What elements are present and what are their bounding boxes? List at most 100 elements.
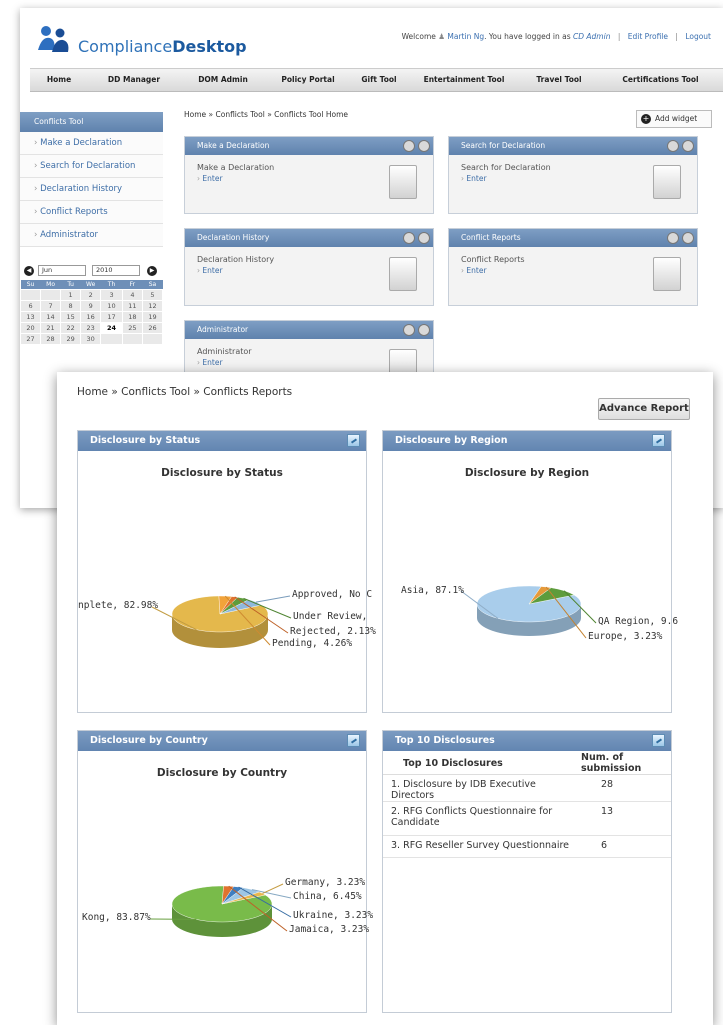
disclosure-name-cell: 2. RFG Conflicts Questionnaire for Candi… xyxy=(383,801,581,836)
minimize-icon[interactable] xyxy=(403,324,415,336)
advance-report-button[interactable]: Advance Report xyxy=(598,398,690,420)
calendar-day[interactable]: 9 xyxy=(80,299,102,312)
disclosure-name-cell: 3. RFG Reseller Survey Questionnaire xyxy=(383,835,581,858)
role-link[interactable]: CD Admin xyxy=(573,32,610,41)
disclosure-name-cell: 1. Disclosure by IDB Executive Directors xyxy=(383,774,581,802)
calendar-day[interactable]: 3 xyxy=(100,288,123,301)
nav-dom-admin[interactable]: DOM Admin xyxy=(180,69,266,91)
calendar-day[interactable]: 5 xyxy=(141,288,164,301)
enter-link[interactable]: Enter xyxy=(197,174,421,183)
calendar-day[interactable]: 15 xyxy=(60,310,82,323)
close-icon[interactable] xyxy=(418,232,430,244)
rank: 2. xyxy=(391,806,401,817)
calendar-day[interactable]: 24 xyxy=(100,321,123,334)
nav-travel-tool[interactable]: Travel Tool xyxy=(520,69,598,91)
calendar-day[interactable]: 14 xyxy=(40,310,62,323)
calendar-day[interactable]: 22 xyxy=(60,321,82,334)
minimize-icon[interactable] xyxy=(403,232,415,244)
top-10-table: Top 10 Disclosures Num. of submission 1.… xyxy=(383,752,671,858)
enter-link[interactable]: Enter xyxy=(461,174,685,183)
calendar-day[interactable]: 12 xyxy=(141,299,164,312)
sidebar-item-declaration-history[interactable]: Declaration History xyxy=(20,178,163,201)
sidebar-item-conflict-reports[interactable]: Conflict Reports xyxy=(20,201,163,224)
calendar-day[interactable]: 6 xyxy=(20,299,42,312)
calendar-empty-cell xyxy=(141,332,164,345)
calendar-day[interactable]: 20 xyxy=(20,321,42,334)
calendar-day[interactable]: 23 xyxy=(80,321,102,334)
nav-dd-manager[interactable]: DD Manager xyxy=(88,69,180,91)
calendar-day[interactable]: 11 xyxy=(121,299,143,312)
weekday-header: Fr xyxy=(122,280,143,289)
add-widget-button[interactable]: + Add widget xyxy=(636,110,712,128)
calendar-day[interactable]: 19 xyxy=(141,310,164,323)
table-row[interactable]: 1. Disclosure by IDB Executive Directors… xyxy=(383,774,671,802)
nav-policy-portal[interactable]: Policy Portal xyxy=(266,69,350,91)
edit-icon[interactable] xyxy=(652,734,665,747)
region-pie-chart xyxy=(460,585,597,639)
logo-people-icon xyxy=(38,26,69,52)
table-row[interactable]: 3. RFG Reseller Survey Questionnaire 6 xyxy=(383,835,671,858)
close-icon[interactable] xyxy=(418,140,430,152)
weekday-header: Mo xyxy=(40,280,61,289)
nav-entertainment-tool[interactable]: Entertainment Tool xyxy=(408,69,520,91)
minimize-icon[interactable] xyxy=(667,232,679,244)
nav-certifications-tool[interactable]: Certifications Tool xyxy=(598,69,723,91)
column-header-disclosure: Top 10 Disclosures xyxy=(383,752,581,775)
calendar-day[interactable]: 28 xyxy=(40,332,62,345)
calendar-day[interactable]: 2 xyxy=(80,288,102,301)
separator: | xyxy=(675,32,678,41)
close-icon[interactable] xyxy=(682,140,694,152)
year-select[interactable]: 2010 xyxy=(92,265,140,276)
submission-count: 6 xyxy=(581,835,671,858)
calendar-day[interactable]: 18 xyxy=(121,310,143,323)
calendar-day[interactable]: 26 xyxy=(141,321,164,334)
pie-label-complete: nplete, 82.98% xyxy=(78,600,159,611)
edit-profile-link[interactable]: Edit Profile xyxy=(628,32,668,41)
widget-declaration-history: Declaration History Declaration History … xyxy=(184,228,434,306)
disclosure-name: Disclosure by IDB Executive Directors xyxy=(391,779,536,801)
calendar-day[interactable]: 21 xyxy=(40,321,62,334)
nav-home[interactable]: Home xyxy=(30,69,88,91)
submission-count: 13 xyxy=(581,801,671,836)
sidebar: Conflicts Tool Make a Declaration Search… xyxy=(20,112,163,247)
enter-link[interactable]: Enter xyxy=(197,266,421,275)
calendar-day[interactable]: 10 xyxy=(100,299,123,312)
panel-title: Top 10 Disclosures xyxy=(395,735,495,746)
close-icon[interactable] xyxy=(418,324,430,336)
calendar-day[interactable]: 8 xyxy=(60,299,82,312)
logout-link[interactable]: Logout xyxy=(685,32,711,41)
calendar-day[interactable]: 13 xyxy=(20,310,42,323)
sidebar-item-make-declaration[interactable]: Make a Declaration xyxy=(20,132,163,155)
close-icon[interactable] xyxy=(682,232,694,244)
calendar-day[interactable]: 27 xyxy=(20,332,42,345)
enter-link[interactable]: Enter xyxy=(461,266,685,275)
pie-label-china: China, 6.45% xyxy=(293,891,362,902)
table-header-row: Top 10 Disclosures Num. of submission xyxy=(383,752,671,775)
username-link[interactable]: Martin Ng xyxy=(447,32,484,41)
calendar-day[interactable]: 25 xyxy=(121,321,143,334)
nav-gift-tool[interactable]: Gift Tool xyxy=(350,69,408,91)
enter-link[interactable]: Enter xyxy=(197,358,421,367)
calendar-day[interactable]: 16 xyxy=(80,310,102,323)
sidebar-item-administrator[interactable]: Administrator xyxy=(20,224,163,247)
prev-month-icon[interactable]: ◀ xyxy=(24,266,34,276)
minimize-icon[interactable] xyxy=(667,140,679,152)
calendar-day[interactable]: 1 xyxy=(60,288,82,301)
widget-title: Make a Declaration xyxy=(197,141,270,150)
calendar-day[interactable]: 30 xyxy=(80,332,102,345)
calendar-day[interactable]: 29 xyxy=(60,332,82,345)
compliance-desktop-logo[interactable]: ComplianceDesktop xyxy=(36,24,247,64)
sidebar-item-search-declaration[interactable]: Search for Declaration xyxy=(20,155,163,178)
weekday-header: Sa xyxy=(142,280,163,289)
table-row[interactable]: 2. RFG Conflicts Questionnaire for Candi… xyxy=(383,801,671,836)
month-select[interactable]: Jun xyxy=(38,265,86,276)
pie-label-germany: Germany, 3.23% xyxy=(285,877,366,888)
minimize-icon[interactable] xyxy=(403,140,415,152)
calendar-day[interactable]: 7 xyxy=(40,299,62,312)
pie-label-rejected: Rejected, 2.13% xyxy=(290,626,376,637)
widget-title: Declaration History xyxy=(197,233,270,242)
archive-icon xyxy=(389,257,417,291)
calendar-day[interactable]: 17 xyxy=(100,310,123,323)
calendar-day[interactable]: 4 xyxy=(121,288,143,301)
next-month-icon[interactable]: ▶ xyxy=(147,266,157,276)
